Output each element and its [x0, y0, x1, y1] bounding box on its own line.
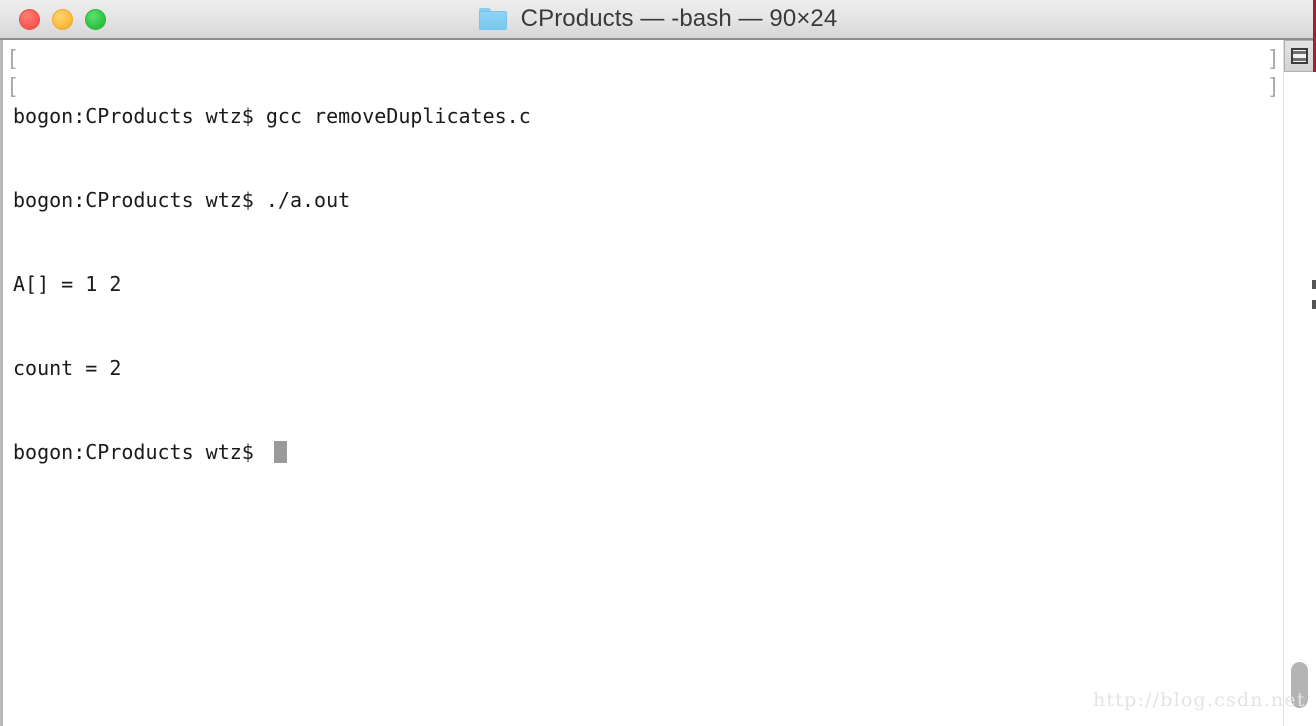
terminal-output-area[interactable]: [ [ ] ] bogon:CProducts wtz$ gcc removeD…: [0, 40, 1316, 726]
zoom-button[interactable]: [85, 9, 106, 30]
window-titlebar: CProducts — -bash — 90×24: [0, 0, 1316, 40]
prompt-mark-right-1: ]: [1266, 47, 1280, 72]
prompt-mark-right-2: ]: [1266, 75, 1280, 100]
terminal-prompt-text: bogon:CProducts wtz$: [13, 440, 266, 464]
window-title-block: CProducts — -bash — 90×24: [0, 0, 1316, 38]
minimize-button[interactable]: [52, 9, 73, 30]
window-controls: [19, 9, 106, 30]
window-title: CProducts — -bash — 90×24: [520, 5, 838, 32]
folder-icon: [478, 8, 507, 30]
terminal-line: bogon:CProducts wtz$ gcc removeDuplicate…: [13, 104, 531, 128]
terminal-line: A[] = 1 2: [13, 272, 122, 296]
terminal-line: bogon:CProducts wtz$ ./a.out: [13, 188, 351, 212]
terminal-text: bogon:CProducts wtz$ gcc removeDuplicate…: [13, 46, 531, 522]
text-cursor: [273, 441, 287, 463]
watermark: http://blog.csdn.net: [1093, 689, 1306, 711]
close-button[interactable]: [19, 9, 40, 30]
split-pane-icon[interactable]: [1284, 40, 1314, 72]
terminal-prompt-line: bogon:CProducts wtz$: [13, 438, 531, 466]
scrollbar-rail[interactable]: [1283, 40, 1314, 726]
terminal-line: count = 2: [13, 356, 122, 380]
terminal-window: CProducts — -bash — 90×24 [ [ ] ] bogon:…: [0, 0, 1316, 726]
